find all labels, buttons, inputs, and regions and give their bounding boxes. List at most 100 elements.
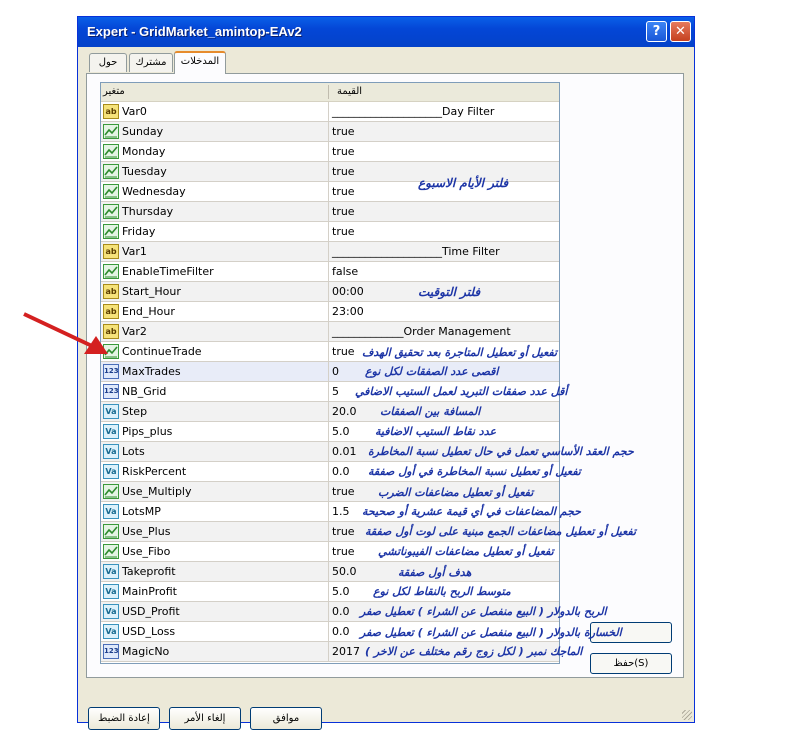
param-value[interactable]: 0.0	[332, 625, 350, 638]
param-value[interactable]: true	[332, 125, 355, 138]
param-value[interactable]: true	[332, 185, 355, 198]
header-separator	[328, 85, 329, 99]
table-row[interactable]: Va Step 20.0	[101, 402, 559, 422]
param-value[interactable]: true	[332, 205, 355, 218]
param-value[interactable]: true	[332, 525, 355, 538]
param-value[interactable]: true	[332, 145, 355, 158]
column-separator	[328, 622, 329, 641]
resize-grip[interactable]	[682, 710, 692, 720]
double-param-icon: Va	[103, 584, 119, 599]
table-row[interactable]: Friday true	[101, 222, 559, 242]
ok-button[interactable]: موافق	[250, 707, 322, 730]
param-name: Var2	[122, 325, 147, 338]
table-row[interactable]: ab Var0 ____________________Day Filter	[101, 102, 559, 122]
annotation-lots: حجم العقد الأساسي تعمل في حال تعطيل نسبة…	[368, 445, 634, 458]
annotation-time: فلتر التوقيت	[418, 285, 481, 299]
annotation-usdloss: الخسارة بالدولار ( البيع منفصل عن الشراء…	[360, 626, 622, 639]
param-value[interactable]: 0.0	[332, 605, 350, 618]
tab-inputs[interactable]: المدخلات	[174, 51, 226, 74]
close-icon: ✕	[675, 24, 686, 39]
table-row[interactable]: Sunday true	[101, 122, 559, 142]
param-name: Friday	[122, 225, 156, 238]
param-name: USD_Loss	[122, 625, 176, 638]
table-row[interactable]: ab End_Hour 23:00	[101, 302, 559, 322]
help-icon: ?	[652, 24, 661, 39]
column-separator	[328, 522, 329, 541]
param-value[interactable]: 00:00	[332, 285, 364, 298]
table-row[interactable]: ab Var2 _____________Order Management	[101, 322, 559, 342]
bool-param-icon	[103, 224, 119, 239]
table-row[interactable]: Monday true	[101, 142, 559, 162]
column-separator	[328, 442, 329, 461]
column-separator	[328, 222, 329, 241]
param-name: Lots	[122, 445, 145, 458]
param-name: Var1	[122, 245, 147, 258]
header-value[interactable]: القيمة	[337, 86, 362, 97]
param-value[interactable]: false	[332, 265, 358, 278]
param-value[interactable]: true	[332, 165, 355, 178]
param-name: Tuesday	[122, 165, 167, 178]
param-value[interactable]: ____________________Day Filter	[332, 105, 494, 118]
param-value[interactable]: 0.01	[332, 445, 357, 458]
column-separator	[328, 422, 329, 441]
column-separator	[328, 642, 329, 661]
column-separator	[328, 362, 329, 381]
table-row[interactable]: Thursday true	[101, 202, 559, 222]
table-row[interactable]: ab Start_Hour 00:00	[101, 282, 559, 302]
param-name: Pips_plus	[122, 425, 173, 438]
param-name: Step	[122, 405, 148, 418]
column-separator	[328, 342, 329, 361]
param-value[interactable]: 23:00	[332, 305, 364, 318]
annotation-risk: تفعيل أو تعطيل نسبة المخاطرة في أول صفقة	[368, 465, 581, 478]
param-value[interactable]: true	[332, 545, 355, 558]
column-separator	[328, 542, 329, 561]
help-button[interactable]: ?	[646, 21, 667, 42]
save-button-label: حفظ(S)	[613, 658, 649, 669]
bool-param-icon	[103, 484, 119, 499]
red-arrow-icon	[23, 312, 108, 354]
reset-button[interactable]: إعادة الضبط	[88, 707, 160, 730]
param-name: Thursday	[122, 205, 174, 218]
int-param-icon: 123	[103, 644, 119, 659]
table-row[interactable]: EnableTimeFilter false	[101, 262, 559, 282]
param-value[interactable]: 50.0	[332, 565, 357, 578]
param-name: MainProfit	[122, 585, 177, 598]
double-param-icon: Va	[103, 604, 119, 619]
param-value[interactable]: 2017	[332, 645, 360, 658]
double-param-icon: Va	[103, 444, 119, 459]
table-row[interactable]: Va Takeprofit 50.0	[101, 562, 559, 582]
table-row[interactable]: ab Var1 ____________________Time Filter	[101, 242, 559, 262]
column-separator	[328, 382, 329, 401]
bool-param-icon	[103, 124, 119, 139]
bool-param-icon	[103, 204, 119, 219]
cancel-button[interactable]: إلغاء الأمر	[169, 707, 241, 730]
param-value[interactable]: ____________________Time Filter	[332, 245, 500, 258]
param-value[interactable]: 5.0	[332, 425, 350, 438]
header-variable[interactable]: متغير	[103, 86, 125, 97]
param-name: EnableTimeFilter	[122, 265, 214, 278]
param-name: MaxTrades	[122, 365, 181, 378]
param-value[interactable]: 1.5	[332, 505, 350, 518]
param-name: Wednesday	[122, 185, 186, 198]
save-button[interactable]: حفظ(S)	[590, 653, 672, 674]
title-bar[interactable]: Expert - GridMarket_amintop-EAv2 ? ✕	[78, 17, 694, 47]
tab-common[interactable]: مشترك	[129, 53, 173, 72]
param-value[interactable]: 5.0	[332, 585, 350, 598]
string-param-icon: ab	[103, 104, 119, 119]
annotation-usdprofit: الربح بالدولار ( البيع منفصل عن الشراء )…	[360, 605, 607, 618]
string-param-icon: ab	[103, 244, 119, 259]
param-value[interactable]: 0.0	[332, 465, 350, 478]
param-value[interactable]: true	[332, 225, 355, 238]
param-value[interactable]: true	[332, 345, 355, 358]
int-param-icon: 123	[103, 384, 119, 399]
bool-param-icon	[103, 184, 119, 199]
column-separator	[328, 402, 329, 421]
param-value[interactable]: 20.0	[332, 405, 357, 418]
param-value[interactable]: _____________Order Management	[332, 325, 511, 338]
tab-about[interactable]: حول	[89, 53, 127, 72]
param-value[interactable]: 0	[332, 365, 339, 378]
param-value[interactable]: true	[332, 485, 355, 498]
close-button[interactable]: ✕	[670, 21, 691, 42]
param-value[interactable]: 5	[332, 385, 339, 398]
annotation-pips: عدد نقاط الستيب الاضافية	[375, 425, 497, 438]
